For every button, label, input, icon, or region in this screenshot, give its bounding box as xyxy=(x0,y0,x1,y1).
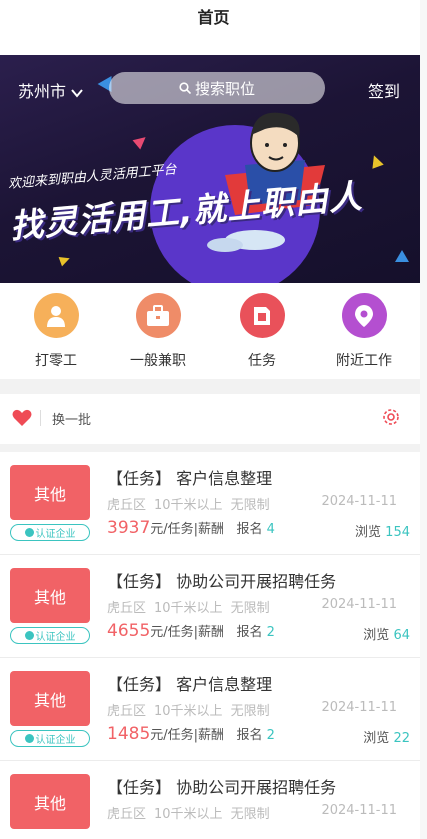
decor-shard xyxy=(132,132,150,150)
job-price: 3937元/任务|薪酬 报名 4 xyxy=(107,518,275,538)
check-icon xyxy=(24,631,34,640)
search-placeholder: 搜索职位 xyxy=(194,79,255,98)
job-meta: 虎丘区 10千米以上 无限制 xyxy=(107,601,270,616)
category-tasks[interactable]: 任务 xyxy=(222,293,302,370)
job-meta: 虎丘区 10千米以上 无限制 xyxy=(107,704,270,719)
category-label: 一般兼职 xyxy=(130,353,186,369)
job-price: 1485元/任务|薪酬 报名 2 xyxy=(107,724,275,744)
check-icon xyxy=(24,734,34,743)
category-label: 打零工 xyxy=(35,353,77,369)
job-meta: 虎丘区 10千米以上 无限制 xyxy=(107,498,270,513)
city-selector[interactable]: 苏州市 xyxy=(18,78,83,102)
checkin-button[interactable]: 签到 xyxy=(368,78,400,102)
job-date: 2024-11-11 xyxy=(321,494,397,509)
refresh-batch-button[interactable]: 换一批 xyxy=(52,409,91,428)
job-date: 2024-11-11 xyxy=(321,700,397,715)
page-title: 首页 xyxy=(197,8,230,27)
job-card[interactable]: 其他 认证企业 【任务】 客户信息整理 虎丘区 10千米以上 无限制 2024-11… xyxy=(0,452,427,555)
job-tag: 其他 xyxy=(10,774,90,829)
city-label: 苏州市 xyxy=(18,82,67,101)
divider xyxy=(40,410,41,426)
briefcase-icon xyxy=(135,293,181,338)
certified-badge: 认证企业 xyxy=(10,730,90,747)
document-icon xyxy=(239,293,285,338)
search-icon xyxy=(179,82,191,94)
category-label: 附近工作 xyxy=(336,353,392,369)
job-title: 【任务】 客户信息整理 xyxy=(107,675,273,694)
job-title: 【任务】 客户信息整理 xyxy=(107,469,273,488)
job-list: 其他 认证企业 【任务】 客户信息整理 虎丘区 10千米以上 无限制 2024-11… xyxy=(0,452,427,839)
gear-icon[interactable] xyxy=(380,406,402,428)
job-card[interactable]: 其他 【任务】 协助公司开展招聘任务 虎丘区 10千米以上 无限制 2024-11-… xyxy=(0,761,427,839)
job-date: 2024-11-11 xyxy=(321,803,397,818)
category-odd-jobs[interactable]: 打零工 xyxy=(16,293,96,370)
location-pin-icon xyxy=(341,293,387,338)
job-meta: 虎丘区 10千米以上 无限制 xyxy=(107,807,270,822)
heart-icon[interactable] xyxy=(12,409,32,427)
decor-shard xyxy=(368,153,384,169)
promo-banner[interactable]: 苏州市 搜索职位 签到 欢迎来到职由人灵活用工平台 找灵活用工,就上职由人 xyxy=(0,55,420,283)
category-nav: 打零工 一般兼职 任务 附近工作 xyxy=(0,283,427,379)
certified-badge: 认证企业 xyxy=(10,524,90,541)
job-title: 【任务】 协助公司开展招聘任务 xyxy=(107,778,337,797)
chevron-down-icon xyxy=(71,88,83,98)
job-views: 浏览 64 xyxy=(363,628,410,643)
worker-icon xyxy=(33,293,79,338)
decor-shard xyxy=(58,253,72,267)
job-title: 【任务】 协助公司开展招聘任务 xyxy=(107,572,337,591)
job-date: 2024-11-11 xyxy=(321,597,397,612)
category-label: 任务 xyxy=(248,353,276,369)
decor-shard xyxy=(395,250,409,262)
certified-badge: 认证企业 xyxy=(10,627,90,644)
job-views: 浏览 154 xyxy=(355,525,410,540)
job-tag: 其他 xyxy=(10,465,90,520)
job-card[interactable]: 其他 认证企业 【任务】 协助公司开展招聘任务 虎丘区 10千米以上 无限制 202… xyxy=(0,555,427,658)
scrollbar-track[interactable] xyxy=(420,0,427,839)
job-views: 浏览 22 xyxy=(363,731,410,746)
job-tag: 其他 xyxy=(10,568,90,623)
job-price: 4655元/任务|薪酬 报名 2 xyxy=(107,621,275,641)
search-bar[interactable]: 搜索职位 xyxy=(109,72,325,104)
category-nearby[interactable]: 附近工作 xyxy=(324,293,404,370)
job-tag: 其他 xyxy=(10,671,90,726)
title-bar: 首页 xyxy=(0,0,427,55)
check-icon xyxy=(24,528,34,537)
job-card[interactable]: 其他 认证企业 【任务】 客户信息整理 虎丘区 10千米以上 无限制 2024-11… xyxy=(0,658,427,761)
list-toolbar: 换一批 xyxy=(0,394,427,444)
category-part-time[interactable]: 一般兼职 xyxy=(118,293,198,370)
